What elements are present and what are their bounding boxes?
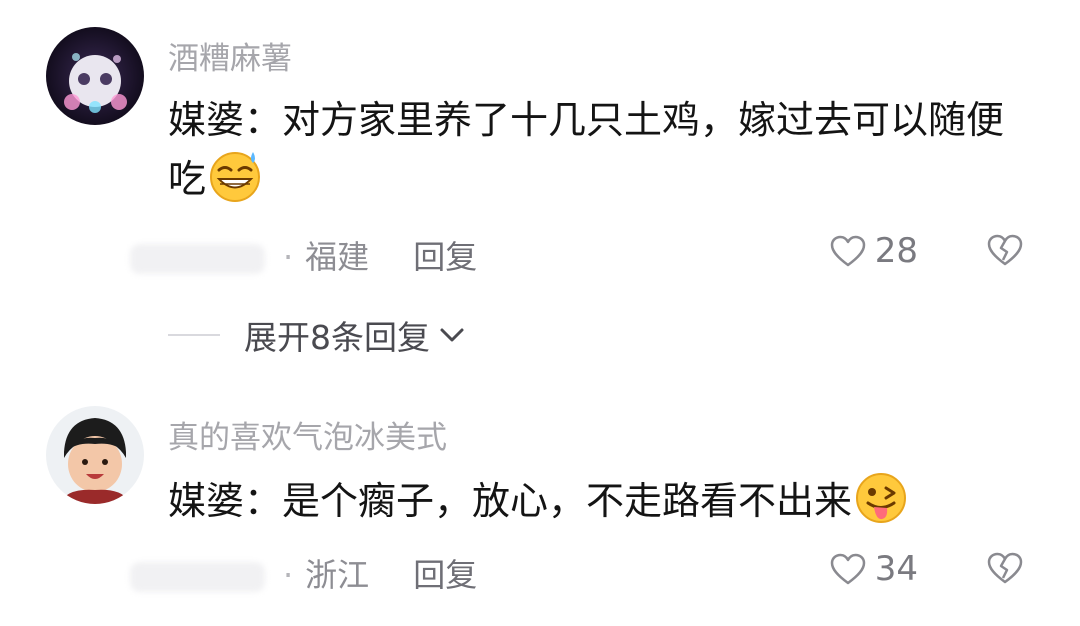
avatar[interactable] (46, 406, 144, 504)
separator-dot: · (283, 238, 294, 276)
avatar[interactable] (46, 27, 144, 125)
avatar-image (46, 27, 144, 125)
heart-outline-icon (830, 553, 865, 585)
timestamp-blurred (130, 562, 265, 592)
heart-outline-icon (830, 235, 865, 267)
comment-meta: · 福建 回复 (130, 232, 477, 278)
comment-text-body: 媒婆：对方家里养了十几只土鸡，嫁过去可以随便吃 (168, 98, 1005, 201)
like-button[interactable]: 28 (829, 231, 918, 271)
broken-heart-icon (987, 234, 1023, 266)
separator-dot: · (283, 556, 294, 594)
reply-button[interactable]: 回复 (413, 556, 477, 594)
grinning-sweat-emoji (208, 148, 262, 202)
location: 福建 (305, 238, 370, 276)
broken-heart-icon (987, 552, 1023, 584)
comment-text: 媒婆：是个瘸子，放心，不走路看不出来 (168, 470, 1028, 529)
chevron-down-icon (440, 328, 464, 342)
like-count: 28 (874, 231, 918, 271)
reply-button[interactable]: 回复 (413, 238, 477, 276)
username[interactable]: 酒糟麻薯 (168, 33, 292, 78)
comment-meta: · 浙江 回复 (130, 550, 477, 596)
like-button[interactable]: 34 (829, 549, 918, 589)
expand-replies-label: 展开8条回复 (244, 318, 430, 357)
dislike-button[interactable] (986, 233, 1024, 271)
expand-replies-button[interactable]: 展开8条回复 (168, 311, 466, 359)
location: 浙江 (305, 556, 370, 594)
comment-text-body: 媒婆：是个瘸子，放心，不走路看不出来 (168, 479, 853, 523)
comment-text: 媒婆：对方家里养了十几只土鸡，嫁过去可以随便吃 (168, 92, 1028, 207)
username[interactable]: 真的喜欢气泡冰美式 (168, 412, 447, 457)
dislike-button[interactable] (986, 551, 1024, 589)
winking-tongue-emoji (854, 470, 908, 524)
like-count: 34 (874, 549, 918, 589)
divider-line (168, 334, 220, 336)
timestamp-blurred (130, 244, 265, 274)
avatar-image (46, 406, 144, 504)
